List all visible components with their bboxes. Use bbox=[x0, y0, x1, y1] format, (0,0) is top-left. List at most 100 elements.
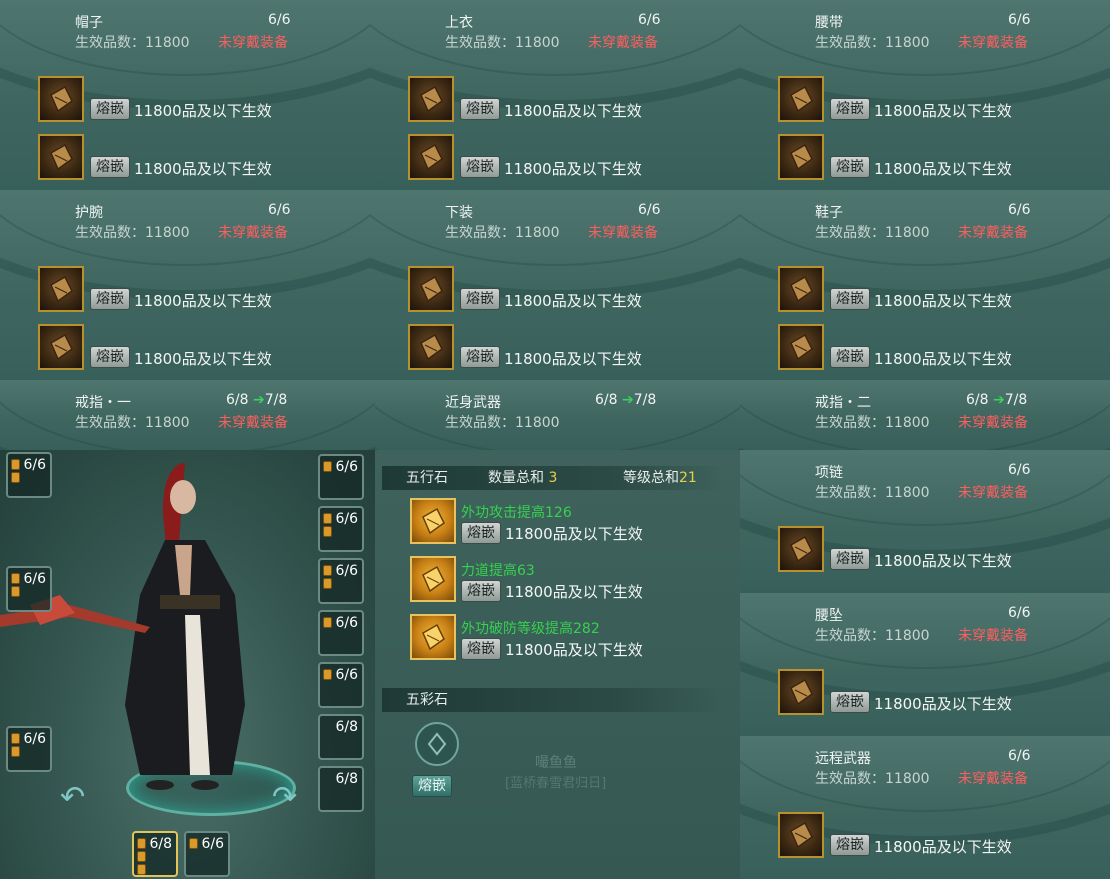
slot-requirement: 11800品及以下生效 bbox=[874, 552, 1012, 570]
not-equipped-warning: 未穿戴装备 bbox=[958, 225, 1028, 241]
gem-slot-icon[interactable] bbox=[38, 134, 84, 180]
wuxing-stone-icon[interactable] bbox=[410, 614, 456, 660]
inlay-button[interactable]: 熔嵌 bbox=[90, 288, 130, 310]
inlay-button[interactable]: 熔嵌 bbox=[830, 834, 870, 856]
slot-requirement: 11800品及以下生效 bbox=[874, 102, 1012, 120]
panel-count: 6/8 ➔7/8 bbox=[226, 392, 288, 408]
gem-slot-icon[interactable] bbox=[778, 76, 824, 122]
slot-requirement: 11800品及以下生效 bbox=[504, 102, 642, 120]
inlay-button[interactable]: 熔嵌 bbox=[90, 98, 130, 120]
gem-slot-icon[interactable] bbox=[778, 134, 824, 180]
panel-title: 鞋子 bbox=[815, 205, 843, 221]
gem-slot-icon[interactable] bbox=[38, 76, 84, 122]
not-equipped-warning: 未穿戴装备 bbox=[588, 35, 658, 51]
wucai-header: 五彩石 bbox=[382, 688, 722, 712]
gem-slot: 熔嵌 11800品及以下生效 bbox=[408, 265, 642, 313]
slot-requirement: 11800品及以下生效 bbox=[874, 695, 1012, 713]
equip-slot[interactable]: 6/6 bbox=[318, 454, 364, 500]
rotate-right-arrow-icon[interactable]: ↷ bbox=[272, 780, 297, 815]
inlay-button[interactable]: 熔嵌 bbox=[461, 522, 501, 544]
not-equipped-warning: 未穿戴装备 bbox=[958, 628, 1028, 644]
equip-slot[interactable]: 6/6 bbox=[6, 566, 52, 612]
gem-slot: 熔嵌 11800品及以下生效 bbox=[38, 133, 272, 181]
equip-slot[interactable]: 6/6 bbox=[318, 662, 364, 708]
effective-grade: 生效品数：11800 bbox=[445, 225, 560, 241]
slot-requirement: 11800品及以下生效 bbox=[505, 641, 643, 659]
gem-slot: 熔嵌 11800品及以下生效 bbox=[38, 323, 272, 371]
gem-slot-icon[interactable] bbox=[778, 324, 824, 370]
equip-slot-selected[interactable]: 6/8 bbox=[132, 831, 178, 877]
gem-slot-icon[interactable] bbox=[38, 266, 84, 312]
panel-count: 6/6 bbox=[1008, 605, 1031, 621]
slot-requirement: 11800品及以下生效 bbox=[874, 160, 1012, 178]
panel-ring-one: 戒指・一 6/8 ➔7/8 生效品数：11800 未穿戴装备 bbox=[0, 380, 375, 450]
panel-count: 6/6 bbox=[1008, 462, 1031, 478]
not-equipped-warning: 未穿戴装备 bbox=[958, 485, 1028, 501]
equip-slot[interactable]: 6/6 bbox=[318, 506, 364, 552]
gem-slot: 熔嵌 11800品及以下生效 bbox=[778, 811, 1012, 859]
panel-belt: 腰带 6/6 生效品数：11800 未穿戴装备 熔嵌 11800品及以下生效 熔嵌… bbox=[740, 0, 1110, 190]
equip-slot[interactable]: 6/6 bbox=[318, 558, 364, 604]
equip-slot[interactable]: 6/6 bbox=[6, 452, 52, 498]
panel-count: 6/8 ➔7/8 bbox=[966, 392, 1028, 408]
equip-slot[interactable]: 6/6 bbox=[318, 610, 364, 656]
wucai-stone-slot-icon[interactable] bbox=[415, 722, 459, 766]
gem-slot-icon[interactable] bbox=[408, 134, 454, 180]
equip-slot[interactable]: 6/6 bbox=[6, 726, 52, 772]
gem-slot: 熔嵌 11800品及以下生效 bbox=[778, 525, 1012, 573]
ghost-name: 嘬鱼鱼 bbox=[535, 755, 577, 771]
panel-shoes: 鞋子 6/6 生效品数：11800 未穿戴装备 熔嵌 11800品及以下生效 熔嵌… bbox=[740, 190, 1110, 380]
effective-grade: 生效品数：11800 bbox=[815, 35, 930, 51]
inlay-button[interactable]: 熔嵌 bbox=[830, 288, 870, 310]
effective-grade: 生效品数：11800 bbox=[815, 628, 930, 644]
inlay-button[interactable]: 熔嵌 bbox=[461, 580, 501, 602]
effective-grade: 生效品数：11800 bbox=[445, 35, 560, 51]
gem-slot-icon[interactable] bbox=[778, 669, 824, 715]
gem-slot: 熔嵌 11800品及以下生效 bbox=[778, 265, 1012, 313]
inlay-button[interactable]: 熔嵌 bbox=[460, 156, 500, 178]
inlay-button[interactable]: 熔嵌 bbox=[830, 98, 870, 120]
inlay-button[interactable]: 熔嵌 bbox=[460, 346, 500, 368]
equip-slot[interactable]: 6/8 bbox=[318, 766, 364, 812]
equip-slot[interactable]: 6/6 bbox=[184, 831, 230, 877]
gem-attribute: 力道提高63 bbox=[461, 563, 535, 579]
inlay-button[interactable]: 熔嵌 bbox=[830, 346, 870, 368]
wuxing-stone-icon[interactable] bbox=[410, 498, 456, 544]
inlay-button[interactable]: 熔嵌 bbox=[830, 691, 870, 713]
inlay-button[interactable]: 熔嵌 bbox=[830, 156, 870, 178]
panel-pants: 下装 6/6 生效品数：11800 未穿戴装备 熔嵌 11800品及以下生效 熔嵌… bbox=[370, 190, 740, 380]
effective-grade: 生效品数：11800 bbox=[75, 35, 190, 51]
inlay-button[interactable]: 熔嵌 bbox=[90, 156, 130, 178]
rotate-left-arrow-icon[interactable]: ↶ bbox=[60, 780, 85, 815]
wuxing-stone-icon[interactable] bbox=[410, 556, 456, 602]
gem-slot-icon[interactable] bbox=[778, 526, 824, 572]
gem-slot: 熔嵌 11800品及以下生效 bbox=[778, 323, 1012, 371]
inlay-button[interactable]: 熔嵌 bbox=[460, 98, 500, 120]
panel-count: 6/6 bbox=[1008, 202, 1031, 218]
inlay-button[interactable]: 熔嵌 bbox=[460, 288, 500, 310]
panel-count: 6/6 bbox=[268, 202, 291, 218]
inlay-button[interactable]: 熔嵌 bbox=[830, 548, 870, 570]
gem-slot-icon[interactable] bbox=[408, 324, 454, 370]
gem-slot: 熔嵌 11800品及以下生效 bbox=[38, 265, 272, 313]
inlay-button[interactable]: 熔嵌 bbox=[461, 638, 501, 660]
slot-requirement: 11800品及以下生效 bbox=[134, 160, 272, 178]
panel-title: 腰带 bbox=[815, 15, 843, 31]
wucai-inlay-button[interactable]: 熔嵌 bbox=[412, 775, 452, 797]
panel-title: 下装 bbox=[445, 205, 473, 221]
gem-slot-icon[interactable] bbox=[778, 812, 824, 858]
panel-waist-pendant: 腰坠 6/6 生效品数：11800 未穿戴装备 熔嵌 11800品及以下生效 bbox=[740, 593, 1110, 736]
equip-slot[interactable]: 6/8 bbox=[318, 714, 364, 760]
gem-slot-icon[interactable] bbox=[38, 324, 84, 370]
inlay-button[interactable]: 熔嵌 bbox=[90, 346, 130, 368]
not-equipped-warning: 未穿戴装备 bbox=[218, 225, 288, 241]
panel-count: 6/8 ➔7/8 bbox=[595, 392, 657, 408]
gem-slot-icon[interactable] bbox=[778, 266, 824, 312]
slot-requirement: 11800品及以下生效 bbox=[134, 350, 272, 368]
panel-melee-weapon: 近身武器 6/8 ➔7/8 生效品数：11800 bbox=[375, 380, 740, 450]
wuxing-gem-slot: 外功攻击提高126 熔嵌 11800品及以下生效 bbox=[410, 497, 661, 545]
gem-attribute: 外功攻击提高126 bbox=[461, 505, 572, 521]
gem-slot-icon[interactable] bbox=[408, 76, 454, 122]
effective-grade: 生效品数：11800 bbox=[815, 225, 930, 241]
gem-slot-icon[interactable] bbox=[408, 266, 454, 312]
